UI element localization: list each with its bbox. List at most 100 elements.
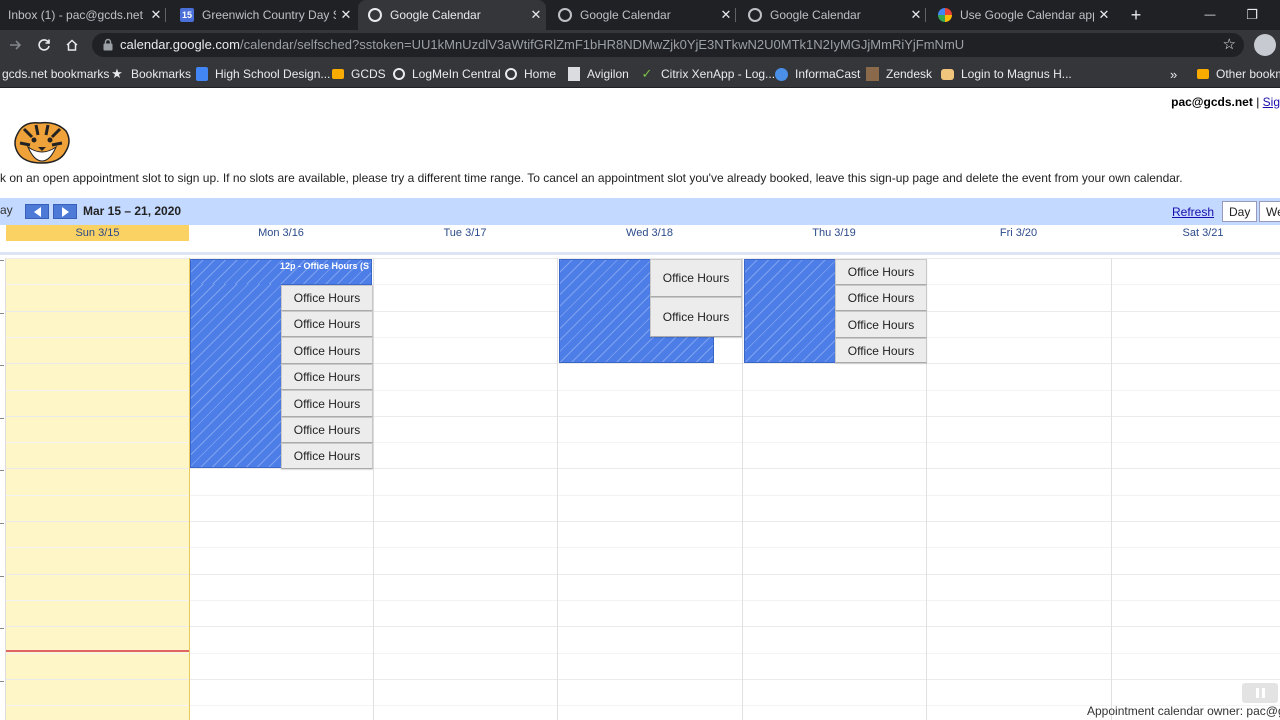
bookmark-label: InformaCast — [795, 67, 861, 81]
google-icon — [938, 8, 952, 22]
lock-icon — [103, 38, 113, 51]
view-week-button[interactable]: We — [1259, 201, 1280, 222]
bookmark-label: Bookmarks — [131, 67, 192, 81]
tab-google-calendar-active[interactable]: Google Calendar ✕ — [358, 0, 546, 30]
office-hours-slot[interactable]: Office Hours — [835, 311, 927, 338]
next-week-button[interactable] — [53, 204, 77, 219]
office-hours-slot[interactable]: Office Hours — [281, 390, 373, 417]
close-icon[interactable]: ✕ — [906, 7, 926, 23]
view-day-button[interactable]: Day — [1222, 201, 1258, 222]
tab-inbox[interactable]: Inbox (1) - pac@gcds.net - G ✕ — [0, 0, 166, 30]
bookmark-label: LogMeIn Central — [412, 67, 501, 81]
chevron-right-icon — [61, 206, 69, 217]
profile-avatar[interactable] — [1254, 34, 1276, 56]
bookmark-label: Home — [524, 67, 557, 81]
globe-icon — [505, 68, 517, 80]
check-icon: ✓ — [641, 66, 653, 81]
tiger-logo-icon — [14, 121, 70, 164]
bookmark-label: Login to Magnus H... — [961, 67, 1072, 81]
today-button[interactable]: ay — [0, 203, 13, 217]
bookmark-item[interactable]: Avigilon — [568, 66, 629, 82]
bookmark-item[interactable]: ✓ Citrix XenApp - Log... — [640, 66, 776, 82]
grid-hour-line — [6, 626, 1280, 627]
globe-icon — [775, 67, 788, 81]
zendesk-icon — [866, 67, 879, 81]
hour-tick — [0, 681, 4, 689]
hour-tick — [0, 418, 4, 426]
office-hours-slot[interactable]: Office Hours — [281, 311, 373, 337]
hand-icon — [941, 68, 954, 80]
office-hours-slot[interactable]: Office Hours — [281, 417, 373, 443]
grid-hour-line — [6, 468, 1280, 469]
user-separator: | — [1256, 95, 1260, 109]
bookmark-label: High School Design... — [215, 67, 331, 81]
day-column-divider — [373, 258, 374, 720]
address-bar[interactable]: calendar.google.com/calendar/selfsched?s… — [92, 33, 1244, 57]
pause-icon — [1261, 688, 1265, 698]
new-tab-button[interactable]: + — [1116, 0, 1156, 30]
grid-hour-line — [6, 653, 1280, 654]
bookmarks-overflow-button[interactable]: » — [1170, 66, 1177, 82]
hour-tick — [0, 260, 4, 268]
week-grid: 12p - Office Hours (S Office Hours Offic… — [0, 258, 1280, 720]
tab-greenwich[interactable]: 15 Greenwich Country Day Scho ✕ — [170, 0, 356, 30]
pause-button[interactable] — [1242, 683, 1278, 703]
home-icon[interactable] — [60, 33, 84, 57]
office-hours-slot[interactable]: Office Hours — [650, 259, 742, 297]
tab-google-calendar-3[interactable]: Google Calendar ✕ — [738, 0, 926, 30]
grid-hour-line — [6, 574, 1280, 575]
globe-icon — [393, 68, 405, 80]
sign-out-link[interactable]: Sig — [1263, 95, 1280, 109]
busy-block-mon: 12p - Office Hours (S — [190, 259, 372, 285]
bookmark-item[interactable]: Home — [505, 66, 556, 82]
office-hours-slot[interactable]: Office Hours — [281, 364, 373, 390]
bookmark-item[interactable]: GCDS — [332, 66, 386, 82]
hour-tick — [0, 523, 4, 531]
reload-icon[interactable] — [32, 33, 56, 57]
grid-hour-line — [6, 600, 1280, 601]
office-hours-slot[interactable]: Office Hours — [650, 297, 742, 337]
forward-icon[interactable] — [4, 33, 28, 57]
day-column-divider — [1111, 258, 1112, 720]
office-hours-slot[interactable]: Office Hours — [281, 337, 373, 364]
tab-separator — [925, 8, 926, 22]
bookmark-item[interactable]: Zendesk — [866, 66, 932, 82]
close-icon[interactable]: ✕ — [1094, 7, 1114, 23]
tab-google-calendar-2[interactable]: Google Calendar ✕ — [548, 0, 736, 30]
office-hours-slot[interactable]: Office Hours — [281, 443, 373, 469]
bookmark-item[interactable]: LogMeIn Central — [393, 66, 501, 82]
globe-icon — [748, 8, 762, 22]
tab-separator — [735, 8, 736, 22]
minimize-button[interactable]: — — [1190, 0, 1230, 30]
day-header-mon: Mon 3/16 — [258, 227, 304, 239]
close-icon[interactable]: ✕ — [146, 7, 166, 23]
previous-week-button[interactable] — [25, 204, 49, 219]
bookmark-item[interactable]: gcds.net bookmarks — [2, 66, 109, 82]
bookmark-item[interactable]: Login to Magnus H... — [941, 66, 1072, 82]
tab-appointment-help[interactable]: Use Google Calendar appoin ✕ — [928, 0, 1114, 30]
folder-icon — [332, 69, 344, 79]
office-hours-slot[interactable]: Office Hours — [835, 285, 927, 311]
bookmark-item[interactable]: High School Design... — [196, 66, 330, 82]
globe-icon — [558, 8, 572, 22]
close-icon[interactable]: ✕ — [716, 7, 736, 23]
bookmark-item[interactable]: ★ Bookmarks — [110, 66, 191, 82]
close-icon[interactable]: ✕ — [526, 7, 546, 23]
restore-button[interactable]: ❐ — [1232, 0, 1272, 30]
refresh-link[interactable]: Refresh — [1172, 205, 1214, 219]
bookmark-label: Avigilon — [587, 67, 629, 81]
office-hours-slot[interactable]: Office Hours — [835, 338, 927, 363]
office-hours-slot[interactable]: Office Hours — [835, 259, 927, 285]
screen: Inbox (1) - pac@gcds.net - G ✕ 15 Greenw… — [0, 0, 1280, 720]
calendar-page: pac@gcds.net | Sig k on an open appointm… — [0, 89, 1280, 720]
tab-title: Google Calendar — [770, 8, 861, 22]
other-bookmarks[interactable]: Other bookm — [1197, 66, 1280, 82]
star-icon[interactable]: ☆ — [1223, 35, 1236, 53]
tab-title: Use Google Calendar appoin — [960, 8, 1094, 22]
star-icon: ★ — [111, 66, 123, 81]
close-icon[interactable]: ✕ — [336, 7, 356, 23]
tab-title: Google Calendar — [580, 8, 671, 22]
docs-icon — [196, 67, 208, 81]
office-hours-slot[interactable]: Office Hours — [281, 285, 373, 311]
bookmark-item[interactable]: InformaCast — [775, 66, 860, 82]
